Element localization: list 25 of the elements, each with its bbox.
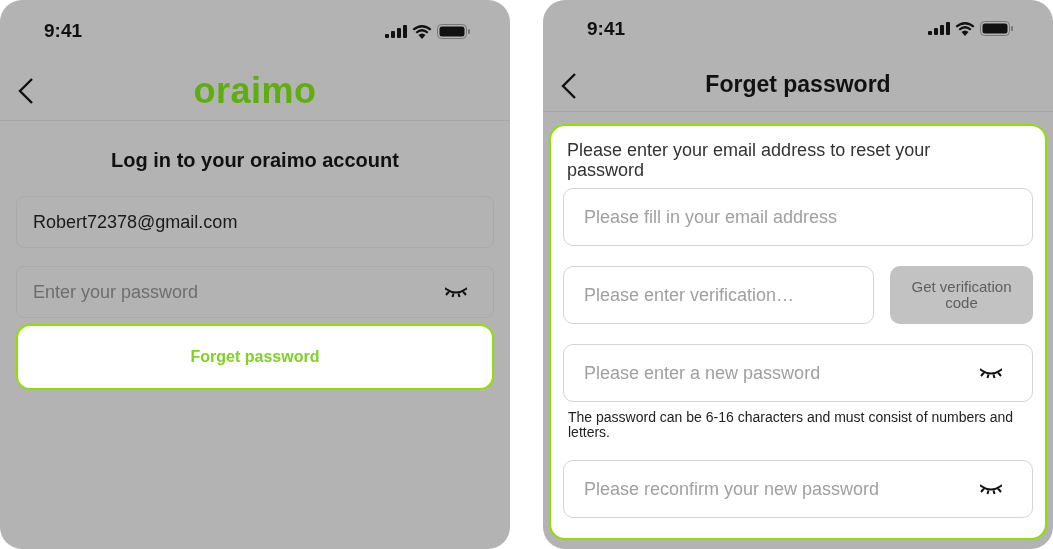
screen-title: Forget password xyxy=(705,70,891,98)
email-field[interactable]: Please fill in your email address xyxy=(563,188,1033,246)
wifi-icon xyxy=(955,21,975,37)
battery-icon xyxy=(437,23,470,39)
closed-eye-icon[interactable] xyxy=(980,483,1002,495)
password-field[interactable]: Enter your password xyxy=(16,266,494,318)
signal-icon xyxy=(928,22,950,36)
instruction-text: Please enter your email address to reset your password xyxy=(567,140,932,180)
back-icon[interactable] xyxy=(561,72,577,101)
verification-code-field[interactable]: Please enter verification… xyxy=(563,266,874,324)
wifi-icon xyxy=(412,23,432,39)
logo: oraimo xyxy=(193,70,317,112)
status-time: 9:41 xyxy=(587,17,626,40)
closed-eye-icon[interactable] xyxy=(445,286,467,298)
email-field[interactable]: Robert72378@gmail.com xyxy=(16,196,494,248)
status-time: 9:41 xyxy=(44,20,83,42)
forget-password-button[interactable]: Forget password xyxy=(16,324,494,390)
battery-icon xyxy=(980,21,1013,37)
hint-text: The password can be 6-16 characters and must consist of numbers and letters. xyxy=(568,410,1015,440)
back-icon[interactable] xyxy=(18,77,34,105)
heading: Log in to your oraimo account xyxy=(110,149,400,172)
signal-icon xyxy=(385,24,407,38)
password-field[interactable]: Please reconfirm your new password xyxy=(563,460,1033,518)
password-field[interactable]: Please enter a new password xyxy=(563,344,1033,402)
closed-eye-icon[interactable] xyxy=(980,367,1002,379)
